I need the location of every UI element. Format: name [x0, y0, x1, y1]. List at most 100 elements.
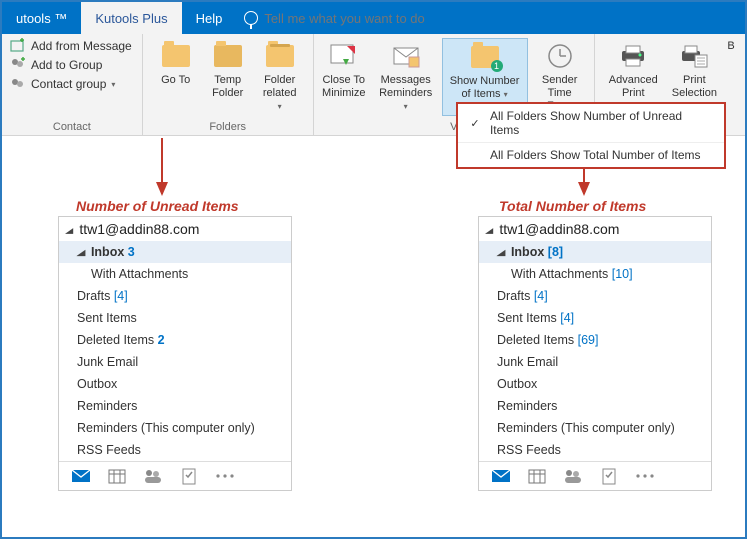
folder-name: Deleted Items [77, 333, 154, 347]
add-from-message-button[interactable]: Add from Message [10, 38, 134, 54]
lightbulb-icon [244, 11, 258, 25]
chevron-down-icon: ▾ [504, 90, 508, 99]
folder-item[interactable]: With Attachments [10] [479, 263, 711, 285]
contact-group-icon [10, 76, 26, 92]
folder-name: Junk Email [77, 355, 138, 369]
folder-name: With Attachments [91, 267, 188, 281]
folder-item[interactable]: Deleted Items [69] [479, 329, 711, 351]
folder-count: [4] [534, 289, 548, 303]
folder-name: RSS Feeds [77, 443, 141, 457]
folder-item[interactable]: Junk Email [59, 351, 291, 373]
add-contact-icon [10, 38, 26, 54]
folder-item[interactable]: Drafts [4] [479, 285, 711, 307]
folder-item[interactable]: Reminders (This computer only) [479, 417, 711, 439]
calendar-icon[interactable] [527, 468, 547, 484]
folder-item[interactable]: Drafts [4] [59, 285, 291, 307]
show-number-dropdown-menu: ✓ All Folders Show Number of Unread Item… [456, 102, 726, 169]
tab-kutools-plus[interactable]: Kutools Plus [81, 2, 181, 34]
folder-name: Drafts [77, 289, 110, 303]
menu-item-total[interactable]: All Folders Show Total Number of Items [458, 143, 724, 167]
folder-count: [8] [548, 245, 563, 259]
expand-caret-icon: ◢ [65, 226, 73, 235]
expand-caret-icon: ◢ [77, 248, 85, 257]
folder-temp-icon [212, 40, 244, 72]
folder-name: Outbox [77, 377, 117, 391]
tasks-icon[interactable] [599, 468, 619, 484]
annotation-unread-label: Number of Unread Items [76, 198, 239, 214]
folder-related-dropdown[interactable]: Folder related ▾ [255, 38, 305, 116]
folder-item[interactable]: With Attachments [59, 263, 291, 285]
advanced-print-button[interactable]: Advanced Print [603, 38, 664, 102]
folder-name: Reminders (This computer only) [497, 421, 675, 435]
messages-reminders-dropdown[interactable]: Messages Reminders ▾ [372, 38, 440, 116]
folder-item[interactable]: Reminders (This computer only) [59, 417, 291, 439]
mail-icon[interactable] [71, 468, 91, 484]
folder-item[interactable]: Deleted Items 2 [59, 329, 291, 351]
more-icon[interactable] [635, 468, 655, 484]
people-icon[interactable] [563, 468, 583, 484]
account-header[interactable]: ◢ ttw1@addin88.com [479, 217, 711, 241]
more-icon[interactable] [215, 468, 235, 484]
folder-pane-unread: ◢ ttw1@addin88.com ◢ Inbox 3 With Attachm… [58, 216, 292, 491]
folder-item[interactable]: Sent Items [4] [479, 307, 711, 329]
folder-name: RSS Feeds [497, 443, 561, 457]
printer-icon [617, 40, 649, 72]
tab-kutools[interactable]: utools ™ [2, 2, 81, 34]
contact-group-dropdown[interactable]: Contact group ▾ [10, 76, 134, 92]
calendar-icon[interactable] [107, 468, 127, 484]
tell-me-input[interactable] [264, 11, 464, 26]
folder-goto-icon [160, 40, 192, 72]
folder-item[interactable]: ◢ Inbox [8] [479, 241, 711, 263]
folder-number-icon: 1 [469, 41, 501, 73]
folder-item[interactable]: ◢ Inbox 3 [59, 241, 291, 263]
print-selection-button[interactable]: Print Selection [666, 38, 723, 102]
chevron-down-icon: ▾ [111, 80, 115, 89]
add-to-group-button[interactable]: Add to Group [10, 57, 134, 73]
folder-name: Reminders [497, 399, 557, 413]
goto-button[interactable]: Go To [151, 38, 201, 116]
account-header[interactable]: ◢ ttw1@addin88.com [59, 217, 291, 241]
folder-count: 3 [128, 245, 135, 259]
menu-item-unread[interactable]: ✓ All Folders Show Number of Unread Item… [458, 104, 724, 143]
annotation-total-label: Total Number of Items [499, 198, 646, 214]
folder-name: Reminders (This computer only) [77, 421, 255, 435]
group-label-folders: Folders [151, 119, 305, 133]
people-icon[interactable] [143, 468, 163, 484]
folder-count: [10] [612, 267, 633, 281]
folder-count: [4] [560, 311, 574, 325]
tasks-icon[interactable] [179, 468, 199, 484]
nav-bar [59, 461, 291, 490]
folder-item[interactable]: RSS Feeds [59, 439, 291, 461]
folder-count: [69] [578, 333, 599, 347]
folder-count: [4] [114, 289, 128, 303]
folder-item[interactable]: Outbox [479, 373, 711, 395]
ribbon-more: B [725, 38, 737, 102]
folder-name: Outbox [497, 377, 537, 391]
temp-folder-button[interactable]: Temp Folder [203, 38, 253, 116]
ribbon-tab-strip: utools ™ Kutools Plus Help [2, 2, 745, 34]
folder-name: Junk Email [497, 355, 558, 369]
clock-icon [544, 40, 576, 72]
folder-name: Sent Items [77, 311, 137, 325]
expand-caret-icon: ◢ [485, 226, 493, 235]
close-minimize-icon [328, 40, 360, 72]
mail-icon[interactable] [491, 468, 511, 484]
folder-item[interactable]: Junk Email [479, 351, 711, 373]
tab-help[interactable]: Help [182, 2, 237, 34]
chevron-down-icon: ▾ [404, 102, 408, 111]
folder-name: Inbox [511, 245, 544, 259]
chevron-down-icon: ▾ [278, 102, 282, 111]
folder-name: With Attachments [511, 267, 608, 281]
folder-item[interactable]: Reminders [479, 395, 711, 417]
folder-count: 2 [158, 333, 165, 347]
expand-caret-icon: ◢ [497, 248, 505, 257]
check-icon: ✓ [468, 117, 482, 130]
folder-item[interactable]: Sent Items [59, 307, 291, 329]
folder-item[interactable]: Reminders [59, 395, 291, 417]
print-selection-icon [678, 40, 710, 72]
message-reminder-icon [390, 40, 422, 72]
folder-item[interactable]: Outbox [59, 373, 291, 395]
folder-name: Drafts [497, 289, 530, 303]
close-to-minimize-button[interactable]: Close To Minimize [318, 38, 370, 116]
folder-item[interactable]: RSS Feeds [479, 439, 711, 461]
